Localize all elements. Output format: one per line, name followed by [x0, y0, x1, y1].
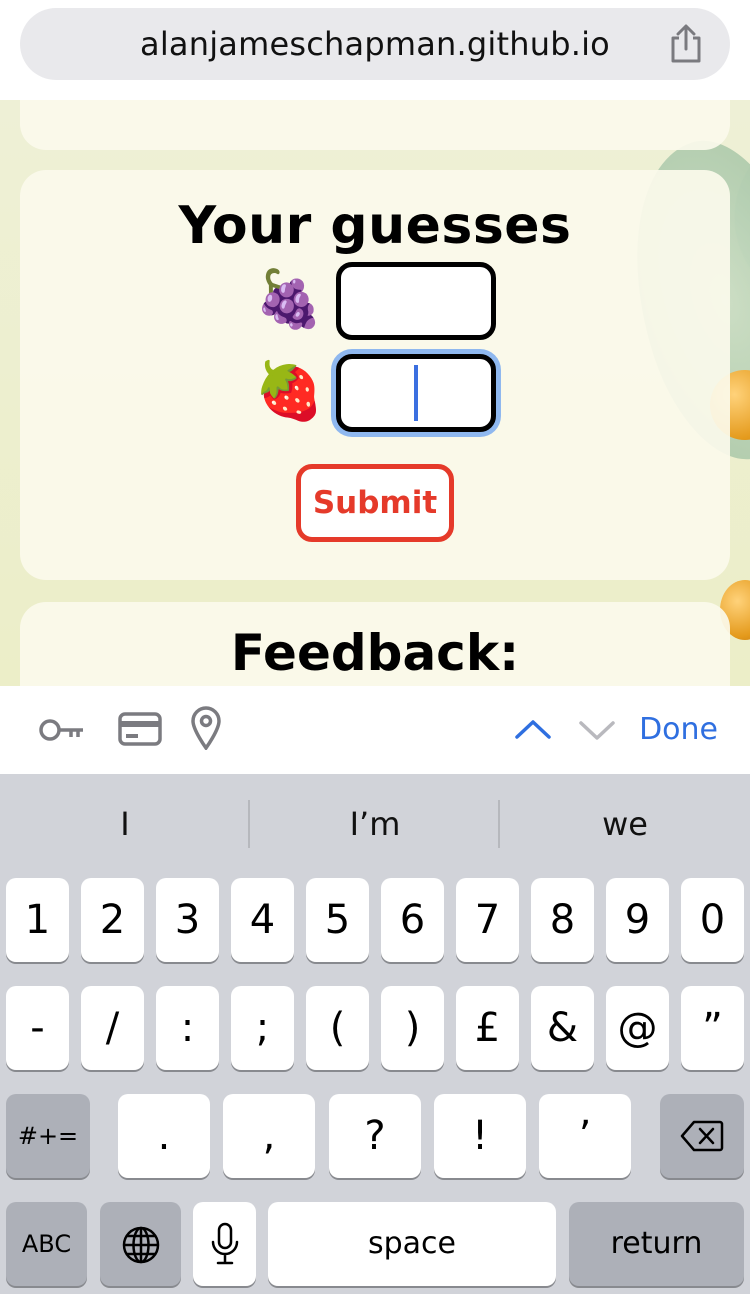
globe-key[interactable] — [100, 1202, 181, 1286]
key[interactable]: 4 — [231, 878, 294, 962]
chevron-up-icon[interactable] — [514, 718, 552, 740]
done-button[interactable]: Done — [639, 710, 718, 750]
backspace-icon — [680, 1120, 724, 1152]
key[interactable]: 1 — [6, 878, 69, 962]
grapes-emoji: 🍇 — [254, 267, 324, 332]
abc-key[interactable]: ABC — [6, 1202, 87, 1286]
feedback-card: Feedback: — [20, 602, 730, 686]
key[interactable]: 0 — [681, 878, 744, 962]
strawberry-emoji: 🍓 — [254, 359, 324, 424]
grapes-guess-row: 🍇 — [20, 262, 730, 342]
top-card: 🍇🍇🍇🍇 🍓 — [20, 100, 730, 150]
key[interactable]: £ — [456, 986, 519, 1070]
keyboard: I I’m we 1 2 3 4 5 6 7 8 9 0 - / : ; ( )… — [0, 774, 750, 1294]
symbols-toggle-key[interactable]: #+= — [6, 1094, 90, 1178]
key[interactable]: 5 — [306, 878, 369, 962]
key[interactable]: 6 — [381, 878, 444, 962]
key[interactable]: & — [531, 986, 594, 1070]
guesses-title: Your guesses — [178, 196, 572, 256]
key[interactable]: ( — [306, 986, 369, 1070]
chevron-down-icon[interactable] — [578, 720, 616, 742]
url-text[interactable]: alanjameschapman.github.io — [20, 8, 730, 80]
strawberry-guess-row: 🍓 — [20, 354, 730, 434]
submit-button[interactable]: Submit — [296, 464, 454, 542]
key[interactable]: ) — [381, 986, 444, 1070]
key[interactable]: - — [6, 986, 69, 1070]
web-page: 🍇🍇🍇🍇 🍓 Your guesses 🍇 🍓 Submit Feedback: — [0, 100, 750, 686]
suggestion-item[interactable]: I’m — [250, 774, 500, 874]
microphone-icon — [211, 1222, 239, 1265]
text-caret — [414, 365, 418, 421]
space-key[interactable]: space — [268, 1202, 556, 1286]
address-bar[interactable]: alanjameschapman.github.io — [20, 8, 730, 80]
microphone-key[interactable] — [193, 1202, 256, 1286]
grapes-input[interactable] — [336, 262, 496, 340]
key[interactable]: 9 — [606, 878, 669, 962]
suggestion-item[interactable]: I — [0, 774, 250, 874]
key[interactable]: @ — [606, 986, 669, 1070]
key[interactable]: ’ — [539, 1094, 631, 1178]
key[interactable]: , — [223, 1094, 315, 1178]
key-icon[interactable] — [38, 716, 86, 744]
globe-icon — [122, 1226, 160, 1264]
suggestion-bar: I I’m we — [0, 774, 750, 874]
key[interactable]: ” — [681, 986, 744, 1070]
key[interactable]: ? — [329, 1094, 421, 1178]
guesses-card: Your guesses 🍇 🍓 Submit — [20, 170, 730, 580]
key[interactable]: 2 — [81, 878, 144, 962]
share-icon[interactable] — [668, 24, 704, 64]
key[interactable]: 8 — [531, 878, 594, 962]
browser-toolbar: alanjameschapman.github.io — [0, 0, 750, 100]
location-pin-icon[interactable] — [190, 706, 222, 750]
key[interactable]: ; — [231, 986, 294, 1070]
key[interactable]: / — [81, 986, 144, 1070]
backspace-key[interactable] — [660, 1094, 744, 1178]
suggestion-item[interactable]: we — [500, 774, 750, 874]
key[interactable]: ! — [434, 1094, 526, 1178]
return-key[interactable]: return — [569, 1202, 744, 1286]
credit-card-icon[interactable] — [118, 712, 162, 746]
strawberry-input[interactable] — [336, 354, 496, 432]
key[interactable]: 3 — [156, 878, 219, 962]
keyboard-accessory-bar: Done — [0, 686, 750, 774]
feedback-title: Feedback: — [230, 624, 520, 682]
key[interactable]: 7 — [456, 878, 519, 962]
key[interactable]: . — [118, 1094, 210, 1178]
key[interactable]: : — [156, 986, 219, 1070]
